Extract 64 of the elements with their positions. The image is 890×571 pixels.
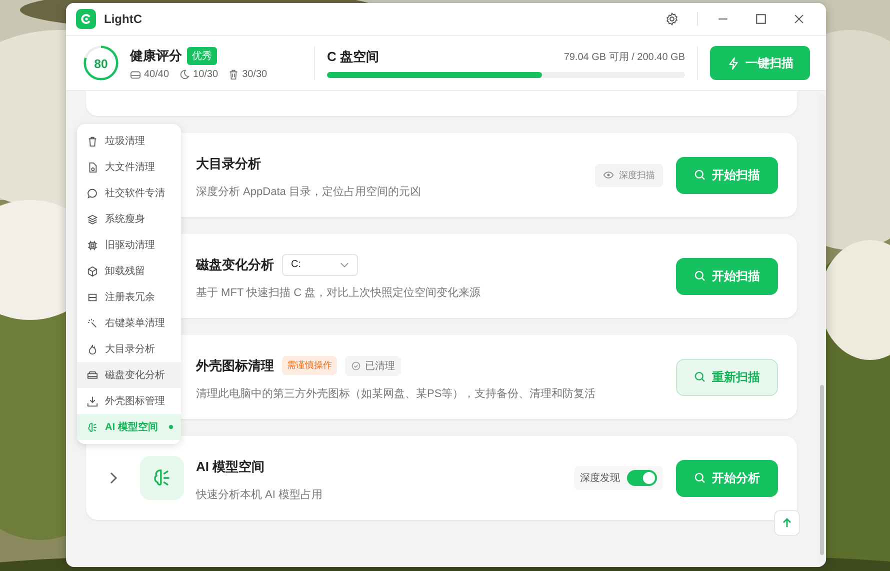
- card-description: 基于 MFT 快速扫描 C 盘，对比上次快照定位空间变化来源: [196, 286, 482, 300]
- menu-item[interactable]: 卸载残留: [77, 258, 181, 284]
- menu-item[interactable]: 注册表冗余: [77, 284, 181, 310]
- flame-icon: [87, 344, 98, 354]
- app-logo-icon: [76, 9, 96, 29]
- maximize-icon[interactable]: [754, 12, 768, 26]
- disk-usage: 79.04 GB 可用 / 200.40 GB: [564, 51, 685, 64]
- search-icon: [694, 371, 706, 383]
- search-icon: [694, 472, 706, 484]
- lightning-icon: [726, 56, 740, 70]
- caution-badge: 需谨慎操作: [282, 356, 337, 375]
- window-title: LightC: [104, 12, 142, 26]
- stat-value: 30/30: [242, 68, 268, 80]
- menu-item[interactable]: 磁盘变化分析: [77, 362, 181, 388]
- drive-icon: [130, 68, 141, 80]
- drive-select[interactable]: C:: [282, 254, 358, 276]
- eye-icon: [603, 171, 614, 179]
- trash-icon: [228, 68, 240, 80]
- drive-icon: [87, 370, 98, 380]
- close-icon[interactable]: [792, 12, 806, 26]
- card-description: 深度分析 AppData 目录，定位占用空间的元凶: [196, 184, 422, 198]
- search-icon: [694, 169, 706, 181]
- stat-value: 40/40: [144, 68, 170, 80]
- card-title: 大目录分析: [196, 154, 261, 172]
- check-circle-icon: [351, 360, 361, 370]
- download-tray-icon: [87, 396, 98, 406]
- toggle-switch[interactable]: [627, 470, 657, 486]
- health-score: 80: [94, 56, 108, 71]
- moon-icon: [179, 68, 190, 80]
- health-label: 健康评分: [130, 46, 182, 64]
- menu-item[interactable]: 旧驱动清理: [77, 232, 181, 258]
- menu-item[interactable]: 社交软件专清: [77, 180, 181, 206]
- menu-item[interactable]: 系统瘦身: [77, 206, 181, 232]
- layers-icon: [87, 214, 98, 224]
- menu-item[interactable]: 外壳图标管理: [77, 388, 181, 414]
- cube-icon: [87, 266, 98, 276]
- grade-badge: 优秀: [187, 46, 217, 64]
- card-title: 磁盘变化分析: [196, 256, 274, 274]
- card-title: 外壳图标清理: [196, 356, 274, 374]
- card-description: 清理此电脑中的第三方外壳图标（如某网盘、某PS等），支持备份、清理和防复活: [196, 386, 597, 400]
- wand-icon: [87, 318, 98, 328]
- toggle-label: 深度发现: [580, 472, 620, 485]
- chat-bubble-icon: [87, 188, 98, 198]
- trash-icon: [87, 136, 98, 146]
- status-badge: 已清理: [345, 356, 401, 376]
- brain-icon: [140, 456, 184, 500]
- search-icon: [694, 270, 706, 282]
- arrow-up-icon: [781, 517, 793, 529]
- back-to-top-button[interactable]: [774, 510, 800, 536]
- menu-item[interactable]: 右键菜单清理: [77, 310, 181, 336]
- chevron-right-icon[interactable]: [108, 471, 118, 485]
- settings-icon[interactable]: [665, 12, 679, 26]
- chevron-down-icon: [340, 262, 349, 268]
- menu-item[interactable]: 大目录分析: [77, 336, 181, 362]
- brain-icon: [87, 422, 98, 432]
- card-title: AI 模型空间: [196, 458, 265, 476]
- menu-item[interactable]: 垃圾清理: [77, 128, 181, 154]
- database-icon: [87, 292, 98, 302]
- chip-icon: [87, 240, 98, 250]
- file-icon: [87, 162, 98, 172]
- stat-value: 10/30: [193, 68, 218, 80]
- card-description: 快速分析本机 AI 模型占用: [196, 488, 324, 502]
- menu-item[interactable]: 大文件清理: [77, 154, 181, 180]
- disk-label: C 盘空间: [327, 48, 379, 66]
